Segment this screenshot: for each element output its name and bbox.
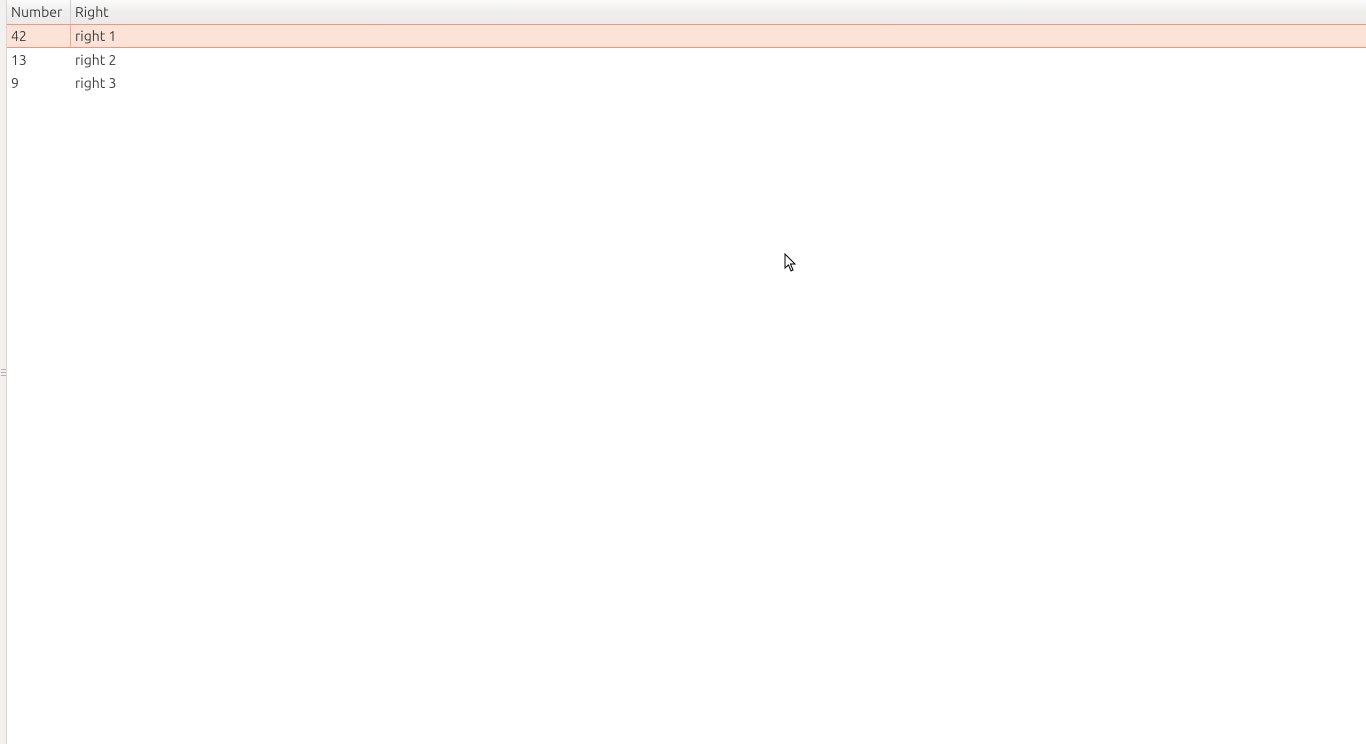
cell-number: 42 [7, 25, 71, 47]
cell-right: right 2 [71, 48, 1366, 71]
left-gutter [0, 0, 7, 744]
column-header-number[interactable]: Number [7, 0, 71, 24]
pane-drag-handle[interactable] [1, 369, 6, 376]
cell-number: 9 [7, 71, 71, 94]
data-table[interactable]: Number Right 42 right 1 13 right 2 9 rig… [7, 0, 1366, 744]
table-row[interactable]: 13 right 2 [7, 48, 1366, 71]
table-row[interactable]: 42 right 1 [7, 24, 1366, 48]
cell-right: right 3 [71, 71, 1366, 94]
table-row[interactable]: 9 right 3 [7, 71, 1366, 94]
cell-right: right 1 [71, 25, 1366, 47]
table-header-row: Number Right [7, 0, 1366, 25]
column-header-right[interactable]: Right [71, 0, 1366, 24]
cell-number: 13 [7, 48, 71, 71]
